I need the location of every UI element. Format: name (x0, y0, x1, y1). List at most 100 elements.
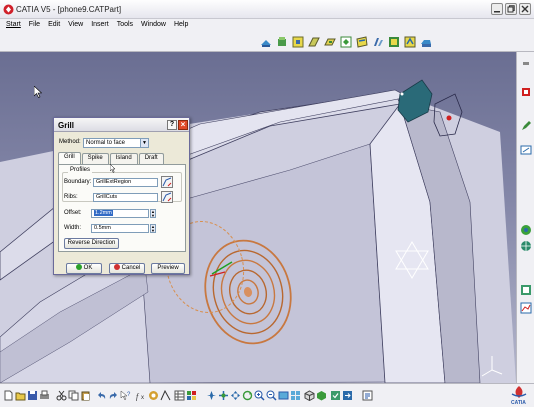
save-icon[interactable] (27, 390, 38, 401)
new-file-icon[interactable] (3, 390, 14, 401)
top-toolbar (0, 32, 534, 52)
width-field[interactable]: 0.5mm (91, 224, 149, 233)
redo-icon[interactable] (108, 390, 119, 401)
title-bar: CATIA V5 - [phone9.CATPart] (0, 0, 534, 19)
width-spinner[interactable]: ▲ ▼ (150, 224, 156, 233)
grip-icon[interactable] (520, 62, 532, 74)
menu-start[interactable]: Start (2, 19, 25, 32)
undo-icon[interactable] (96, 390, 107, 401)
method-label: Method: (59, 139, 81, 145)
svg-text:f: f (136, 392, 140, 401)
hem-icon[interactable] (308, 36, 320, 48)
swap-visible-space-icon[interactable] (342, 390, 353, 401)
tab-draft[interactable]: Draft (138, 153, 164, 164)
measure-icon[interactable] (520, 144, 532, 156)
sketcher-icon (162, 177, 172, 187)
catia-logo-icon (3, 4, 14, 15)
boundary-sketch-button[interactable] (161, 176, 173, 188)
edit-icon[interactable] (520, 120, 532, 132)
extrusion-icon[interactable] (276, 36, 288, 48)
isometric-view-icon[interactable] (304, 390, 315, 401)
bottom-toolbar: ? fx CATIA (0, 383, 534, 407)
analysis-icon[interactable] (520, 302, 532, 314)
flange-icon[interactable] (292, 36, 304, 48)
open-file-icon[interactable] (15, 390, 26, 401)
apply-material-icon[interactable] (520, 224, 532, 236)
menu-file[interactable]: File (25, 19, 44, 32)
multi-view-icon[interactable] (290, 390, 301, 401)
flanged-cutout-icon[interactable] (420, 36, 432, 48)
rotate-icon[interactable] (242, 390, 253, 401)
stiffening-rib-icon[interactable] (356, 36, 368, 48)
minimize-button[interactable] (491, 3, 503, 15)
ok-button[interactable]: OK (66, 263, 102, 274)
tab-spike[interactable]: Spike (81, 153, 109, 164)
minimize-icon (494, 11, 500, 13)
zoom-out-icon[interactable] (266, 390, 277, 401)
zoom-in-icon[interactable] (254, 390, 265, 401)
cancel-icon (113, 264, 120, 270)
table-icon[interactable] (174, 390, 185, 401)
surface-stamp-icon[interactable] (340, 36, 352, 48)
reverse-direction-button[interactable]: Reverse Direction (64, 238, 119, 249)
sketch-icon[interactable] (520, 86, 532, 98)
menu-edit[interactable]: Edit (44, 19, 64, 32)
sketcher-icon (162, 192, 172, 202)
profiles-label: Profiles (68, 167, 93, 173)
cut-icon[interactable] (56, 390, 67, 401)
whats-this-icon[interactable]: ? (120, 390, 131, 401)
paste-icon[interactable] (80, 390, 91, 401)
offset-label: Offset: (64, 210, 82, 216)
menu-help[interactable]: Help (170, 19, 192, 32)
law-icon[interactable] (160, 390, 171, 401)
tab-grill[interactable]: Grill (58, 152, 81, 164)
fly-mode-icon[interactable] (206, 390, 217, 401)
tear-drop-icon[interactable] (324, 36, 336, 48)
offset-field[interactable]: 1.2mm (91, 209, 149, 218)
menu-insert[interactable]: Insert (87, 19, 113, 32)
shading-icon[interactable] (316, 390, 327, 401)
preview-button[interactable]: Preview (151, 263, 185, 274)
louver-icon[interactable] (388, 36, 400, 48)
normal-view-icon[interactable] (278, 390, 289, 401)
hide-show-icon[interactable] (330, 390, 341, 401)
grill-dialog: Grill ? × Method: Normal to face ▼ Grill… (53, 117, 190, 275)
tools-palette-icon[interactable] (186, 390, 197, 401)
catalog-icon[interactable] (520, 284, 532, 296)
ok-icon (75, 264, 82, 270)
right-toolbar (516, 52, 534, 383)
close-button[interactable] (519, 3, 531, 15)
bead-icon[interactable] (372, 36, 384, 48)
close-icon (521, 5, 529, 13)
bridge-icon[interactable] (404, 36, 416, 48)
fit-all-icon[interactable] (218, 390, 229, 401)
tab-island[interactable]: Island (109, 153, 138, 164)
width-value: 0.5mm (94, 225, 111, 231)
menu-tools[interactable]: Tools (113, 19, 137, 32)
properties-icon[interactable] (362, 390, 373, 401)
knowledge-icon[interactable] (148, 390, 159, 401)
help-button[interactable]: ? (167, 120, 177, 130)
print-icon[interactable] (39, 390, 50, 401)
ok-label: OK (83, 265, 93, 271)
menu-bar: Start File Edit View Insert Tools Window… (0, 19, 534, 32)
restore-button[interactable] (505, 3, 517, 15)
pan-icon[interactable] (230, 390, 241, 401)
profile-point (446, 115, 452, 121)
cancel-button[interactable]: Cancel (109, 263, 145, 274)
copy-icon[interactable] (68, 390, 79, 401)
menu-window[interactable]: Window (137, 19, 170, 32)
menu-view[interactable]: View (64, 19, 87, 32)
method-select[interactable]: Normal to face ▼ (83, 138, 149, 148)
boundary-field[interactable]: GrillExtRegion (93, 178, 158, 187)
wall-tool-icon[interactable] (260, 36, 272, 48)
dialog-title-bar[interactable]: Grill ? × (54, 118, 189, 132)
formula-icon[interactable]: fx (136, 390, 147, 401)
dialog-tabs: Grill Spike Island Draft (58, 152, 165, 164)
ribs-sketch-button[interactable] (161, 191, 173, 203)
ribs-label: Ribs: (64, 194, 78, 200)
dialog-close-button[interactable]: × (178, 120, 188, 130)
offset-spinner[interactable]: ▲ ▼ (150, 209, 156, 218)
globe-icon[interactable] (520, 240, 532, 252)
ribs-field[interactable]: GrillCuts (93, 193, 158, 202)
